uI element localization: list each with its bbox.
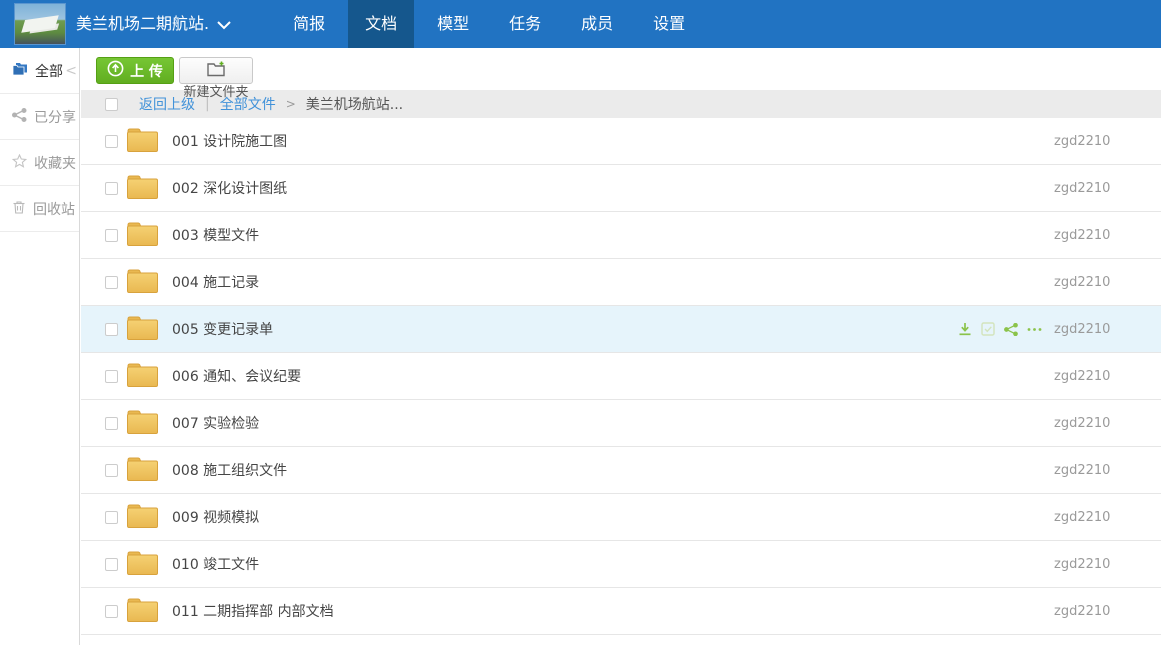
new-folder-button[interactable] [179,57,253,84]
folder-icon [126,596,159,627]
sidebar-item-shared[interactable]: 已分享 [0,94,79,140]
table-row[interactable]: 001 设计院施工图 zgd2210 [81,118,1161,165]
tab-members[interactable]: 成员 [564,0,630,48]
folder-name[interactable]: 007 实验检验 [172,413,1054,433]
file-list: 001 设计院施工图 zgd2210 002 深化设计图纸 zgd2210 00… [81,118,1161,645]
row-checkbox[interactable] [105,276,118,289]
list-tail-spacer [81,635,1161,645]
top-navbar: 美兰机场二期航站. 简报 文档 模型 任务 成员 设置 [0,0,1161,48]
row-checkbox[interactable] [105,229,118,242]
folder-name[interactable]: 010 竣工文件 [172,554,1054,574]
folder-icon [126,549,159,580]
project-title[interactable]: 美兰机场二期航站. [76,0,209,48]
sidebar-item-label: 全部 [35,61,63,81]
row-checkbox[interactable] [105,417,118,430]
row-checkbox[interactable] [105,558,118,571]
row-action-icons [958,322,1042,336]
trash-icon [12,200,26,218]
folder-name[interactable]: 009 视频模拟 [172,507,1054,527]
owner-label: zgd2210 [1054,463,1110,478]
sidebar-item-favorites[interactable]: 收藏夹 [0,140,79,186]
table-row[interactable]: 009 视频模拟 zgd2210 [81,494,1161,541]
row-checkbox[interactable] [105,511,118,524]
share-icon[interactable] [1004,323,1018,336]
select-all-checkbox[interactable] [105,98,118,111]
folder-name[interactable]: 005 变更记录单 [172,319,958,339]
sidebar-item-recycle[interactable]: 回收站 [0,186,79,232]
folder-name[interactable]: 008 施工组织文件 [172,460,1054,480]
folder-icon [126,173,159,204]
folder-icon [126,220,159,251]
table-row[interactable]: 006 通知、会议纪要 zgd2210 [81,353,1161,400]
folder-name[interactable]: 011 二期指挥部 内部文档 [172,601,1054,621]
folder-name[interactable]: 001 设计院施工图 [172,131,1054,151]
owner-label: zgd2210 [1054,416,1110,431]
breadcrumb-current: 美兰机场航站... [306,94,403,114]
sidebar-collapse-chevron[interactable]: < [65,63,77,79]
folder-icon [126,126,159,157]
tab-settings[interactable]: 设置 [636,0,702,48]
table-row[interactable]: 004 施工记录 zgd2210 [81,259,1161,306]
toolbar: 上 传 新建文件夹 [81,48,1161,90]
owner-label: zgd2210 [1054,275,1110,290]
folders-icon [12,62,28,80]
sidebar-item-label: 回收站 [33,199,75,219]
folder-name[interactable]: 002 深化设计图纸 [172,178,1054,198]
share-icon [12,108,27,126]
new-folder-icon [206,61,226,81]
table-row[interactable]: 010 竣工文件 zgd2210 [81,541,1161,588]
breadcrumb-separator: > [286,97,296,111]
row-checkbox[interactable] [105,605,118,618]
owner-label: zgd2210 [1054,322,1110,337]
new-folder-label: 新建文件夹 [179,81,253,100]
owner-label: zgd2210 [1054,369,1110,384]
owner-label: zgd2210 [1054,510,1110,525]
main-tabs: 简报 文档 模型 任务 成员 设置 [273,0,705,48]
row-checkbox[interactable] [105,135,118,148]
table-row[interactable]: 002 深化设计图纸 zgd2210 [81,165,1161,212]
row-checkbox[interactable] [105,370,118,383]
table-row[interactable]: 003 模型文件 zgd2210 [81,212,1161,259]
upload-button-label: 上 传 [130,61,163,81]
tab-briefing[interactable]: 简报 [276,0,342,48]
approve-icon[interactable] [981,322,995,336]
folder-name[interactable]: 006 通知、会议纪要 [172,366,1054,386]
folder-icon [126,502,159,533]
owner-label: zgd2210 [1054,557,1110,572]
new-folder-control: 新建文件夹 [179,57,253,100]
upload-button[interactable]: 上 传 [96,57,174,84]
folder-name[interactable]: 003 模型文件 [172,225,1054,245]
table-row[interactable]: 008 施工组织文件 zgd2210 [81,447,1161,494]
sidebar-item-label: 收藏夹 [34,153,76,173]
sidebar-item-all[interactable]: 全部 < [0,48,79,94]
sidebar: 全部 < 已分享 收藏夹 回收站 [0,48,80,645]
star-icon [12,154,27,172]
project-thumbnail[interactable] [14,3,66,45]
sidebar-item-label: 已分享 [34,107,76,127]
tab-tasks[interactable]: 任务 [492,0,558,48]
owner-label: zgd2210 [1054,228,1110,243]
more-icon[interactable] [1027,327,1042,332]
folder-icon [126,408,159,439]
upload-cloud-icon [107,60,124,81]
owner-label: zgd2210 [1054,604,1110,619]
table-row[interactable]: 007 实验检验 zgd2210 [81,400,1161,447]
owner-label: zgd2210 [1054,134,1110,149]
row-checkbox[interactable] [105,464,118,477]
owner-label: zgd2210 [1054,181,1110,196]
folder-icon [126,314,159,345]
row-checkbox[interactable] [105,323,118,336]
file-browser: 上 传 新建文件夹 返回上级 | 全部文件 > 美兰机场航站... 001 设计… [81,48,1161,645]
tab-models[interactable]: 模型 [420,0,486,48]
row-checkbox[interactable] [105,182,118,195]
table-row-hovered[interactable]: 005 变更记录单 zgd2210 [81,306,1161,353]
folder-name[interactable]: 004 施工记录 [172,272,1054,292]
folder-icon [126,267,159,298]
tab-documents[interactable]: 文档 [348,0,414,48]
folder-icon [126,361,159,392]
table-row[interactable]: 011 二期指挥部 内部文档 zgd2210 [81,588,1161,635]
download-icon[interactable] [958,322,972,336]
chevron-down-icon[interactable] [217,15,231,34]
folder-icon [126,455,159,486]
